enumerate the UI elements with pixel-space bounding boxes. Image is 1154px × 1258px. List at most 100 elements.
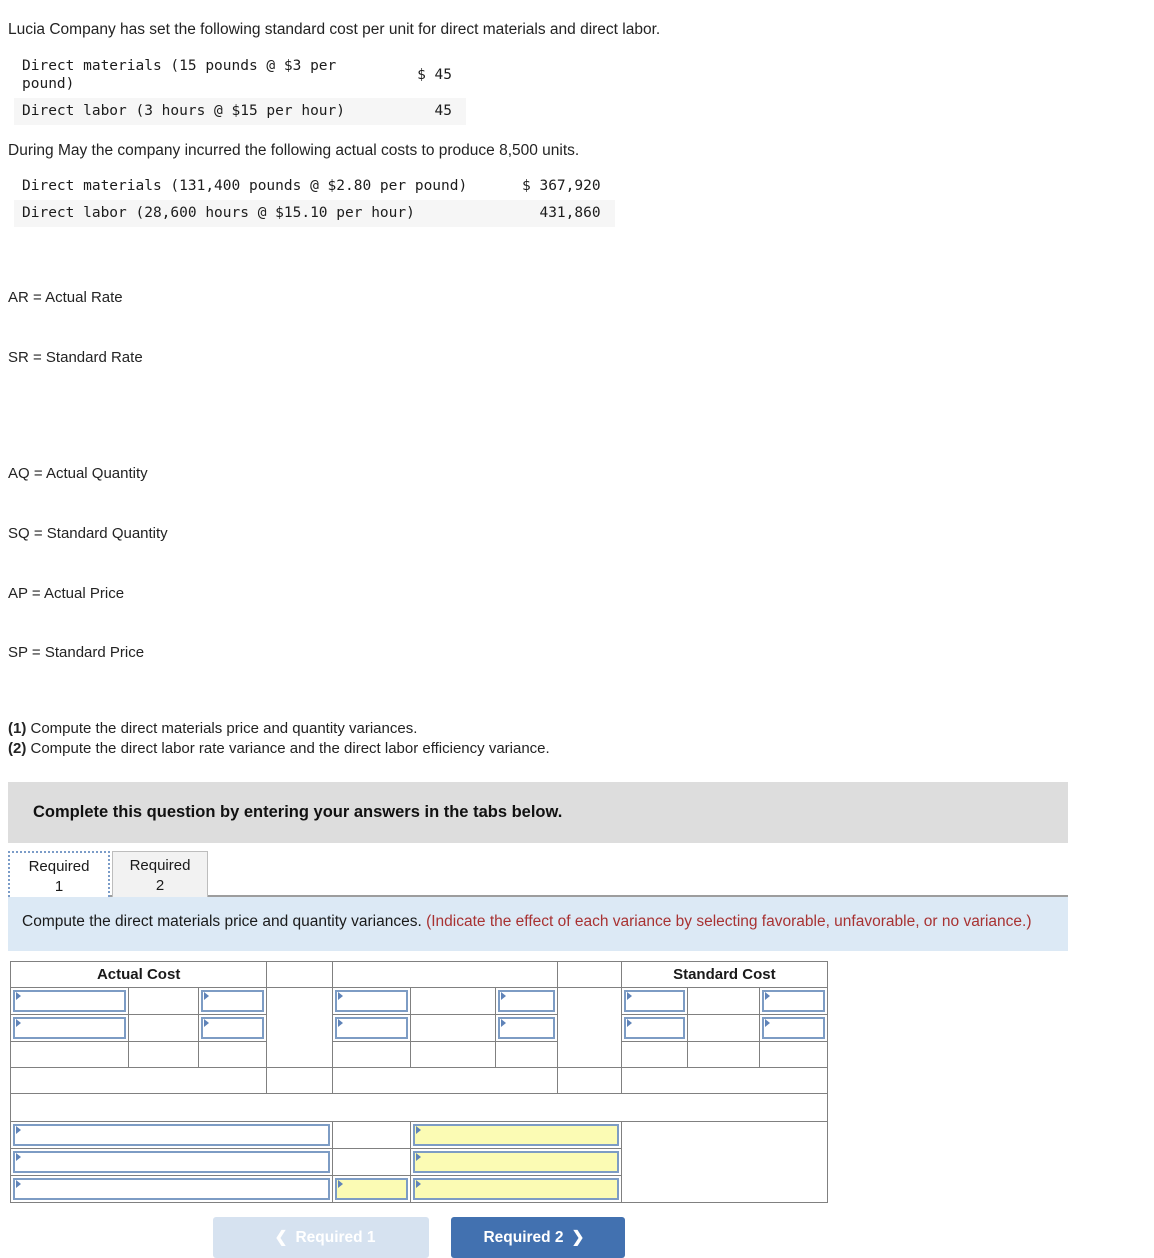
cell-total-yellow-left[interactable] xyxy=(266,1067,334,1095)
next-required-2-button[interactable]: Required 2 ❯ xyxy=(451,1217,625,1258)
cell-variance-amount-3[interactable] xyxy=(332,1175,412,1204)
dropdown-caret-icon xyxy=(338,1180,344,1189)
spacer-right-col xyxy=(556,987,622,1069)
cell-variance-effect-3[interactable] xyxy=(410,1175,622,1204)
input-variance-label-3[interactable] xyxy=(13,1178,331,1201)
cell-standard-total xyxy=(620,1067,829,1095)
cell-variance-effect-1[interactable] xyxy=(410,1121,622,1150)
cell-standard-r2-c3[interactable] xyxy=(758,1014,829,1043)
input-middle-r1-c1[interactable] xyxy=(335,990,409,1013)
cell-variance-label-2[interactable] xyxy=(9,1148,334,1177)
cell-middle-r2-c3[interactable] xyxy=(494,1014,558,1043)
tab-required-2[interactable]: Required 2 xyxy=(112,850,208,897)
cell-standard-r1-c2[interactable] xyxy=(686,987,760,1016)
dropdown-caret-icon xyxy=(16,1180,21,1189)
standard-labor-label: Direct labor (3 hours @ $15 per hour) xyxy=(14,98,374,125)
dropdown-caret-icon xyxy=(204,992,210,1001)
input-actual-r1-c3[interactable] xyxy=(201,990,265,1013)
abbrev-group-quantities: AQ = Actual Quantity SQ = Standard Quant… xyxy=(8,424,1154,703)
cell-actual-r2-c2[interactable] xyxy=(128,1014,200,1043)
tab-required-1-line2: 1 xyxy=(54,877,64,895)
cell-variance-blank-right xyxy=(620,1121,829,1204)
cell-standard-r2-c2[interactable] xyxy=(686,1014,760,1043)
input-middle-r2-c3[interactable] xyxy=(497,1017,555,1040)
cell-standard-r2-c1[interactable] xyxy=(620,1014,688,1043)
header-actual-cost: Actual Cost xyxy=(9,961,268,989)
dropdown-caret-icon xyxy=(626,992,632,1001)
requirement-2-text: Compute the direct labor rate variance a… xyxy=(26,740,550,758)
input-standard-r2-c3[interactable] xyxy=(761,1017,825,1040)
input-variance-effect-3[interactable] xyxy=(413,1178,619,1201)
cell-variance-amount-1[interactable] xyxy=(332,1121,412,1150)
input-standard-r2-c1[interactable] xyxy=(623,1017,685,1040)
cell-variance-label-3[interactable] xyxy=(9,1175,334,1204)
cell-middle-r1-c3[interactable] xyxy=(494,987,558,1016)
input-actual-r1-c1[interactable] xyxy=(13,990,127,1013)
dropdown-caret-icon xyxy=(204,1019,210,1028)
input-actual-r2-c1[interactable] xyxy=(13,1017,127,1040)
grid-input-row-1 xyxy=(9,987,829,1069)
input-actual-r2-c3[interactable] xyxy=(201,1017,265,1040)
input-standard-r1-c3[interactable] xyxy=(761,990,825,1013)
table-row: Direct materials (131,400 pounds @ $2.80… xyxy=(14,173,615,200)
cell-middle-r2-c2[interactable] xyxy=(410,1014,496,1043)
grid-variance-row-1 xyxy=(9,1121,829,1204)
cell-total-yellow-right[interactable] xyxy=(556,1067,622,1095)
input-variance-effect-2[interactable] xyxy=(413,1151,619,1174)
input-variance-effect-1[interactable] xyxy=(413,1124,619,1147)
header-standard-cost: Standard Cost xyxy=(620,961,829,989)
abbrev-aq: AQ = Actual Quantity xyxy=(8,464,148,482)
input-middle-r1-c3[interactable] xyxy=(497,990,555,1013)
requirement-2-number: (2) xyxy=(8,740,27,758)
cell-actual-r1-c1[interactable] xyxy=(9,987,130,1016)
standard-materials-amount: $ 45 xyxy=(417,67,452,84)
standard-cost-table: Direct materials (15 pounds @ $3 per pou… xyxy=(14,53,466,125)
cell-variance-amount-2[interactable] xyxy=(332,1148,412,1177)
table-row: Direct labor (28,600 hours @ $15.10 per … xyxy=(14,200,615,227)
cell-middle-r1-c1[interactable] xyxy=(332,987,412,1016)
standard-labor-amount: 45 xyxy=(374,98,466,125)
header-spacer-right xyxy=(556,961,622,989)
dropdown-caret-icon xyxy=(500,1019,506,1028)
tab-required-2-line1: Required xyxy=(129,856,191,874)
input-variance-amount-3[interactable] xyxy=(335,1178,409,1201)
input-middle-r2-c1[interactable] xyxy=(335,1017,409,1040)
cell-middle-sub-c1 xyxy=(332,1041,412,1069)
cell-middle-sub-c2 xyxy=(410,1041,496,1069)
grid-subtotal-row xyxy=(9,1041,829,1069)
cell-variance-label-1[interactable] xyxy=(9,1121,334,1150)
tab-bar: Required 1 Required 2 xyxy=(8,850,1068,897)
input-variance-label-1[interactable] xyxy=(13,1124,331,1147)
tab-required-1-line1: Required xyxy=(28,857,90,875)
grid-input-row-2 xyxy=(9,1014,829,1043)
cell-standard-r1-c1[interactable] xyxy=(620,987,688,1016)
input-standard-r1-c1[interactable] xyxy=(623,990,685,1013)
standard-materials-label: Direct materials (15 pounds @ $3 per pou… xyxy=(22,57,337,93)
cell-actual-r2-c1[interactable] xyxy=(9,1014,130,1043)
abbrev-sq: SQ = Standard Quantity xyxy=(8,524,168,542)
requirement-1-text: Compute the direct materials price and q… xyxy=(26,720,418,738)
table-row: Direct labor (3 hours @ $15 per hour) 45 xyxy=(14,98,466,125)
cell-actual-r1-c2[interactable] xyxy=(128,987,200,1016)
dropdown-caret-icon xyxy=(764,1019,770,1028)
grid-header-row: Actual Cost Standard Cost xyxy=(9,961,829,989)
grid-blank-row xyxy=(10,1093,828,1123)
cell-variance-effect-2[interactable] xyxy=(410,1148,622,1177)
prev-required-1-button[interactable]: ❮ Required 1 xyxy=(213,1217,429,1258)
header-middle xyxy=(332,961,558,989)
cell-middle-r2-c1[interactable] xyxy=(332,1014,412,1043)
chevron-right-icon: ❯ xyxy=(571,1229,585,1247)
cell-middle-r1-c2[interactable] xyxy=(410,987,496,1016)
cell-actual-r1-c3[interactable] xyxy=(198,987,268,1016)
cell-actual-r2-c3[interactable] xyxy=(198,1014,268,1043)
problem-intro-1: Lucia Company has set the following stan… xyxy=(8,21,661,38)
cell-standard-r1-c3[interactable] xyxy=(758,987,829,1016)
cell-actual-sub-c3 xyxy=(198,1041,268,1069)
tab-required-1[interactable]: Required 1 xyxy=(8,850,110,897)
prev-button-label: Required 1 xyxy=(295,1229,376,1247)
requirements-list: (1) Compute the direct materials price a… xyxy=(0,719,1154,760)
tab-instruction-main: Compute the direct materials price and q… xyxy=(22,912,427,930)
cell-actual-sub-c2 xyxy=(128,1041,200,1069)
abbrev-sr: SR = Standard Rate xyxy=(8,349,143,367)
input-variance-label-2[interactable] xyxy=(13,1151,331,1174)
